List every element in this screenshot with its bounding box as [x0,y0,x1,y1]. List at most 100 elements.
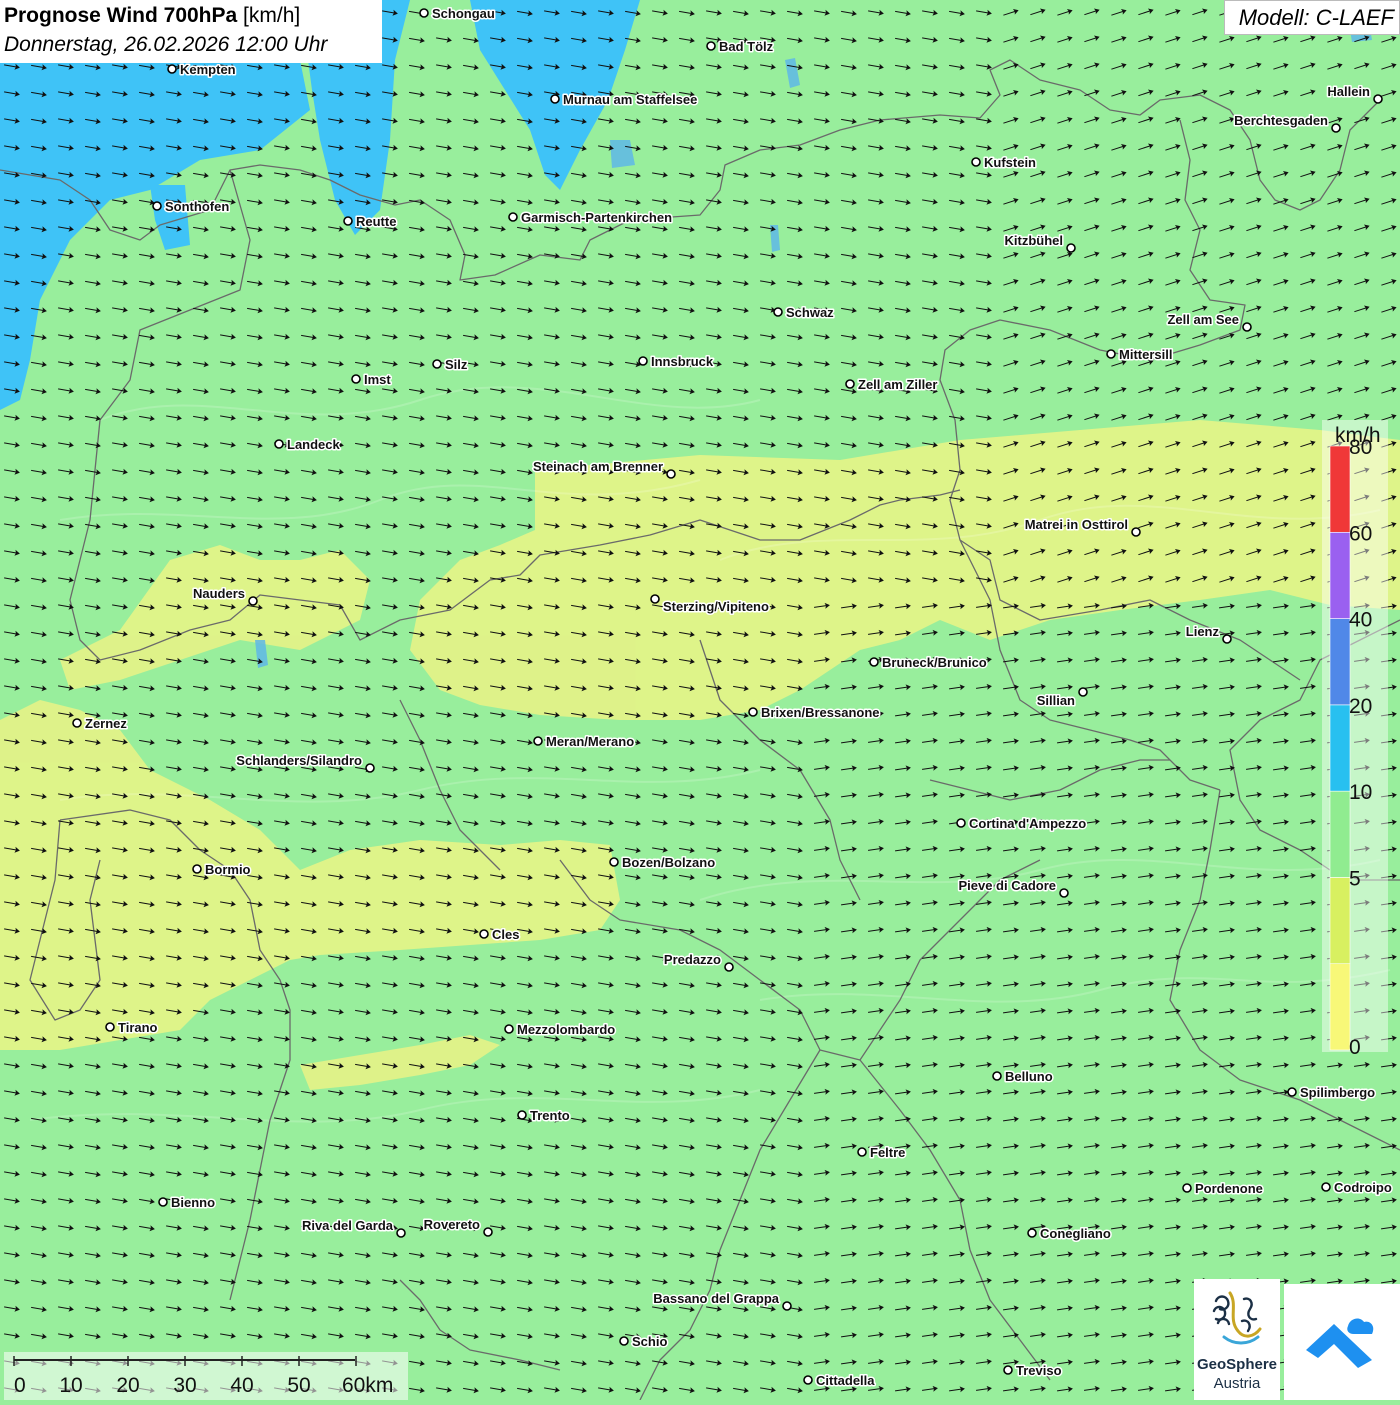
city-dot [1028,1229,1036,1237]
city-label: Schongau [432,6,495,21]
scale-bar-label: 40 [230,1374,253,1397]
map-subtitle: Donnerstag, 26.02.2026 12:00 Uhr [4,33,327,57]
city-label: Kitzbühel [1005,233,1064,248]
city-dot [1079,688,1087,696]
city-label: Bienno [171,1195,215,1210]
legend-band [1330,964,1350,1050]
legend-band [1330,446,1350,532]
city-label: Sillian [1037,693,1075,708]
city-marker[interactable]: Schongau [420,6,495,21]
city-dot [249,597,257,605]
city-dot [366,764,374,772]
city-dot [397,1229,405,1237]
city-dot [1223,635,1231,643]
legend-band [1330,532,1350,618]
legend-bands [1330,446,1350,1050]
city-label: Bruneck/Brunico [882,655,987,670]
city-dot [551,95,559,103]
geosphere-logo[interactable]: GeoSphere Austria [1194,1279,1280,1400]
city-marker[interactable]: Spilimbergo [1288,1085,1375,1100]
city-marker[interactable]: Garmisch-Partenkirchen [509,210,672,225]
city-dot [73,719,81,727]
legend-tick-label: 20 [1349,695,1372,718]
scale-bar-label: 50 [287,1374,310,1397]
scale-bar-label: 30 [173,1374,196,1397]
city-marker[interactable]: Brixen/Bressanone [749,705,880,720]
legend-band [1330,791,1350,877]
scale-bar-label: 10 [59,1374,82,1397]
city-label: Meran/Merano [546,734,634,749]
city-marker[interactable]: Murnau am Staffelsee [551,92,697,107]
city-dot [1183,1184,1191,1192]
city-dot [193,865,201,873]
city-label: Hallein [1327,84,1370,99]
city-label: Kempten [180,62,236,77]
city-dot [344,217,352,225]
city-dot [651,595,659,603]
city-marker[interactable]: Cortina d'Ampezzo [957,816,1086,831]
city-label: Belluno [1005,1069,1053,1084]
legend-tick-label: 5 [1349,867,1361,890]
city-marker[interactable]: Mezzolombardo [505,1022,615,1037]
city-marker[interactable]: Conegliano [1028,1226,1111,1241]
city-dot [1060,889,1068,897]
city-label: Murnau am Staffelsee [563,92,697,107]
city-dot [957,819,965,827]
city-marker[interactable]: Meran/Merano [534,734,634,749]
map-title-unit: [km/h] [237,4,300,27]
city-label: Rovereto [424,1217,480,1232]
city-label: Schwaz [786,305,834,320]
city-label: Bassano del Grappa [653,1291,779,1306]
city-marker[interactable]: Zell am Ziller [846,377,937,392]
city-label: Spilimbergo [1300,1085,1375,1100]
city-dot [480,930,488,938]
city-dot [1374,95,1382,103]
city-label: Trento [530,1108,570,1123]
city-label: Sonthofen [165,199,229,214]
app-logo[interactable] [1284,1284,1400,1400]
city-dot [870,658,878,666]
city-dot [1107,350,1115,358]
city-label: Pieve di Cadore [958,878,1056,893]
city-dot [1243,323,1251,331]
city-marker[interactable]: Innsbruck [639,354,714,369]
geosphere-logo-mark [1194,1279,1280,1355]
city-dot [972,158,980,166]
city-label: Zernez [85,716,127,731]
city-label: Matrei in Osttirol [1025,517,1128,532]
city-dot [1332,124,1340,132]
city-label: Schlanders/Silandro [236,753,362,768]
city-dot [620,1337,628,1345]
city-label: Mittersill [1119,347,1172,362]
city-dot [1067,244,1075,252]
map-title: Prognose Wind 700hPa [km/h] [4,4,300,28]
legend-band [1330,619,1350,705]
city-marker[interactable]: Sonthofen [153,199,229,214]
city-label: Feltre [870,1145,905,1160]
city-dot [846,380,854,388]
city-label: Predazzo [664,952,721,967]
city-marker[interactable]: Bozen/Bolzano [610,855,715,870]
city-dot [534,737,542,745]
city-dot [168,65,176,73]
city-dot [1132,528,1140,536]
city-marker[interactable]: Bruneck/Brunico [870,655,987,670]
city-marker[interactable]: Pordenone [1183,1181,1263,1196]
city-label: Tirano [118,1020,158,1035]
legend-tick-label: 80 [1349,436,1372,459]
city-dot [725,963,733,971]
city-dot [352,375,360,383]
city-dot [639,357,647,365]
title-panel: Prognose Wind 700hPa [km/h] Donnerstag, … [0,0,382,63]
scale-bar-label: 0 [14,1374,26,1397]
app-logo-icon [1284,1284,1400,1400]
legend-tick-label: 40 [1349,609,1372,632]
city-dot [518,1111,526,1119]
city-dot [783,1302,791,1310]
city-dot [509,213,517,221]
city-dot [667,470,675,478]
map-title-main: Prognose Wind 700hPa [4,4,237,27]
geosphere-logo-text: GeoSphere [1194,1356,1280,1373]
legend-tick-label: 60 [1349,522,1372,545]
city-label: Bozen/Bolzano [622,855,715,870]
